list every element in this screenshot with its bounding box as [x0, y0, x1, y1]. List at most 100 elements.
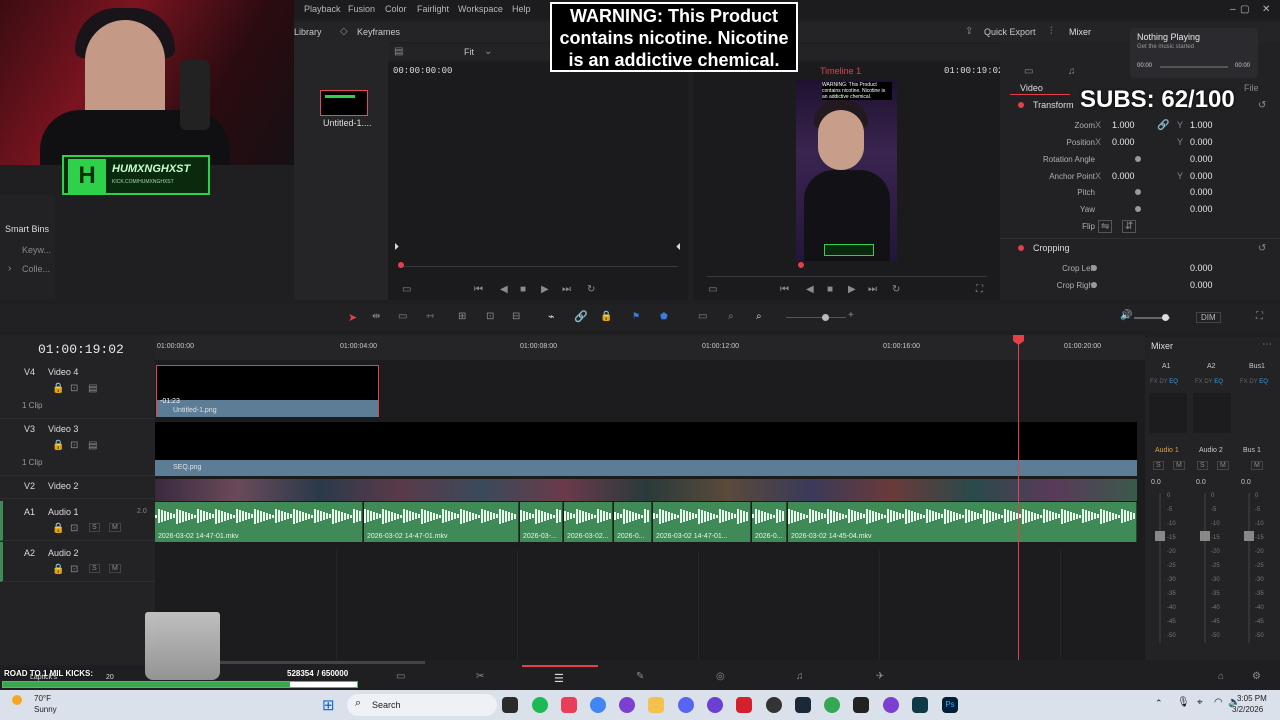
- menu-fusion[interactable]: Fusion: [348, 4, 375, 14]
- photoshop-icon[interactable]: Ps: [942, 697, 958, 713]
- mixer-mute-a1[interactable]: M: [1173, 461, 1185, 470]
- davinci-resolve-icon[interactable]: [912, 697, 928, 713]
- position-lock-icon[interactable]: 🔒: [600, 311, 612, 322]
- source-scrubber[interactable]: [398, 266, 678, 267]
- mute-button[interactable]: M: [109, 523, 121, 532]
- auto-select-icon[interactable]: ⊡: [70, 564, 78, 575]
- chrome-icon[interactable]: [590, 697, 606, 713]
- eq-graph-a2[interactable]: [1193, 393, 1231, 433]
- mixer-solo-a1[interactable]: S: [1153, 461, 1164, 470]
- mixer-fader-knob[interactable]: [1155, 531, 1165, 541]
- cropping-section-title[interactable]: Cropping: [1033, 243, 1070, 253]
- timeline-track-area[interactable]: -01:23 Untitled-1.png SEQ.png 2026-03-02…: [155, 360, 1145, 660]
- transform-section-title[interactable]: Transform: [1033, 100, 1074, 110]
- anchor-x-value[interactable]: 0.000: [1112, 171, 1135, 181]
- go-to-start-icon[interactable]: ⏮: [780, 284, 789, 295]
- chevron-right-icon[interactable]: ›: [8, 263, 11, 274]
- more-options-icon[interactable]: ⋯: [1262, 339, 1272, 350]
- tray-chevron-icon[interactable]: ⌃: [1155, 698, 1163, 709]
- menu-fairlight[interactable]: Fairlight: [417, 4, 449, 14]
- audio-clip[interactable]: 2026-0...: [614, 502, 652, 542]
- pitch-slider[interactable]: [1135, 189, 1141, 195]
- volume-icon[interactable]: 🔊: [1120, 310, 1132, 321]
- chrome-alt-icon[interactable]: [824, 697, 840, 713]
- viewer-options-icon[interactable]: ▭: [708, 284, 717, 295]
- expand-icon[interactable]: ⛶: [1256, 311, 1263, 322]
- discord-icon[interactable]: [678, 697, 694, 713]
- track-header-a1[interactable]: A1 Audio 1 2.0 🔒 ⊡ S M: [0, 501, 155, 541]
- audio-clip[interactable]: 2026-03-02 14-45-04.mkv: [788, 502, 1137, 542]
- zoom-full-icon[interactable]: ▭: [698, 311, 707, 322]
- home-icon[interactable]: ⌂: [1218, 671, 1224, 682]
- inspector-file-tab[interactable]: File: [1244, 83, 1259, 93]
- marker-icon[interactable]: ⬟: [660, 311, 668, 322]
- audio-clip[interactable]: 2026-03-...: [520, 502, 563, 542]
- windows-start-icon[interactable]: ⊞: [322, 696, 335, 714]
- fullscreen-icon[interactable]: ⛶: [976, 284, 983, 295]
- flip-horizontal-icon[interactable]: ⇋: [1098, 220, 1113, 233]
- track-header-v4[interactable]: V4 Video 4 🔒 ⊡ ▤ 1 Clip: [0, 362, 155, 419]
- chevron-down-icon[interactable]: ⌄: [484, 46, 492, 57]
- anchor-y-value[interactable]: 0.000: [1190, 171, 1213, 181]
- weather-desc[interactable]: Sunny: [34, 705, 57, 714]
- lock-icon[interactable]: 🔒: [52, 440, 64, 451]
- menu-playback[interactable]: Playback: [304, 4, 341, 14]
- app-icon[interactable]: [707, 697, 723, 713]
- yaw-value[interactable]: 0.000: [1190, 204, 1213, 214]
- mixer-fader-knob[interactable]: [1244, 531, 1254, 541]
- lock-icon[interactable]: 🔒: [52, 523, 64, 534]
- eq-graph-a1[interactable]: [1149, 393, 1187, 433]
- stop-icon[interactable]: ■: [827, 284, 833, 295]
- mixer-fader[interactable]: [1248, 493, 1250, 643]
- volume-knob[interactable]: [1162, 314, 1169, 321]
- yaw-slider[interactable]: [1135, 206, 1141, 212]
- now-playing-progress[interactable]: [1160, 66, 1228, 68]
- fit-dropdown[interactable]: Fit: [464, 47, 474, 57]
- audio-clip[interactable]: 2026-0...: [752, 502, 787, 542]
- cropping-enable-dot[interactable]: [1018, 245, 1024, 251]
- mixer-solo-a2[interactable]: S: [1197, 461, 1208, 470]
- wifi-icon[interactable]: ◠: [1214, 697, 1223, 708]
- audio-clip[interactable]: 2026-03-02...: [564, 502, 613, 542]
- spotify-icon[interactable]: [532, 697, 548, 713]
- twitch-icon[interactable]: [619, 697, 635, 713]
- audio-clip[interactable]: 2026-03-02 14-47-01.mkv: [155, 502, 363, 542]
- task-view-icon[interactable]: [502, 697, 518, 713]
- weather-temp[interactable]: 70°F: [34, 694, 51, 703]
- go-to-start-icon[interactable]: ⏮: [474, 284, 483, 295]
- viewer-options-icon[interactable]: ▭: [402, 284, 411, 295]
- link-icon[interactable]: 🔗: [1157, 120, 1169, 131]
- loop-icon[interactable]: ↻: [587, 284, 595, 295]
- solo-button[interactable]: S: [89, 564, 100, 573]
- timeline-ruler[interactable]: 01:00:00:00 01:00:04:00 01:00:08:00 01:0…: [155, 335, 1145, 360]
- menu-color[interactable]: Color: [385, 4, 407, 14]
- source-playhead[interactable]: [398, 262, 404, 268]
- library-tab[interactable]: Library: [294, 27, 322, 37]
- mixer-button[interactable]: Mixer: [1069, 27, 1091, 37]
- lock-icon[interactable]: 🔒: [52, 383, 64, 394]
- mixer-mute-a2[interactable]: M: [1217, 461, 1229, 470]
- taskbar-search[interactable]: ⌕ Search: [347, 694, 497, 716]
- blade-tool-icon[interactable]: ⇿: [426, 311, 434, 322]
- audio-clip[interactable]: 2026-03-02 14-47-01...: [653, 502, 751, 542]
- auto-select-icon[interactable]: ⊡: [70, 523, 78, 534]
- mixer-mute-bus1[interactable]: M: [1251, 461, 1263, 470]
- auto-select-icon[interactable]: ⊡: [70, 440, 78, 451]
- play-icon[interactable]: ▶: [541, 284, 549, 295]
- fusion-page-icon[interactable]: ✎: [636, 671, 644, 682]
- zoom-slider[interactable]: [786, 317, 846, 318]
- clock-time[interactable]: 3:05 PM: [1237, 694, 1267, 703]
- capcut-icon[interactable]: [853, 697, 869, 713]
- music-app-icon[interactable]: [561, 697, 577, 713]
- track-visibility-icon[interactable]: ▤: [88, 383, 97, 394]
- track-header-a2[interactable]: A2 Audio 2 🔒 ⊡ S M: [0, 542, 155, 582]
- app-icon[interactable]: [883, 697, 899, 713]
- linked-selection-icon[interactable]: 🔗: [574, 310, 588, 323]
- solo-button[interactable]: S: [89, 523, 100, 532]
- stop-icon[interactable]: ■: [520, 284, 526, 295]
- position-x-value[interactable]: 0.000: [1112, 137, 1135, 147]
- cut-page-icon[interactable]: ✂: [476, 671, 484, 682]
- transform-enable-dot[interactable]: [1018, 102, 1024, 108]
- play-reverse-icon[interactable]: ◀: [806, 284, 814, 295]
- keyframes-tab[interactable]: Keyframes: [357, 27, 400, 37]
